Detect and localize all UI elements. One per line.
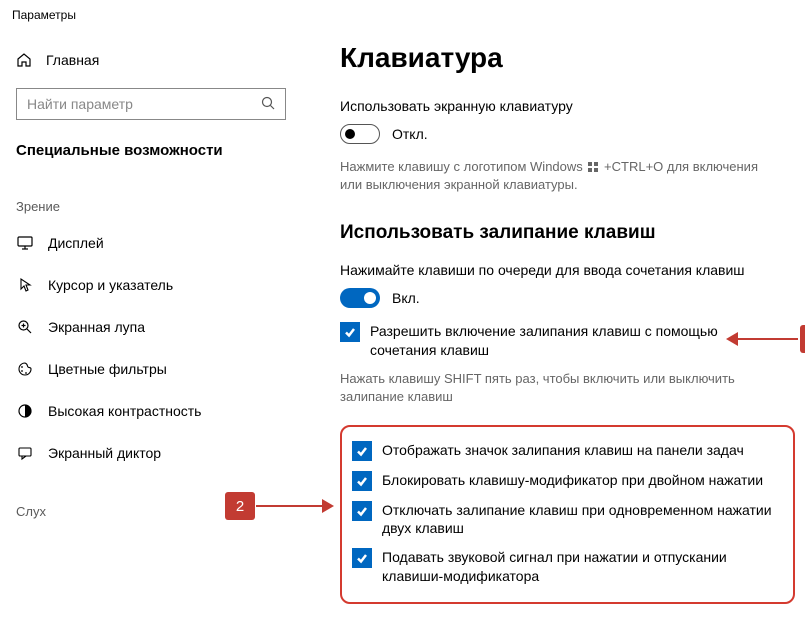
nav-label: Курсор и указатель — [48, 277, 173, 293]
nav-home-label: Главная — [46, 52, 99, 68]
nav-color-filters[interactable]: Цветные фильтры — [0, 348, 305, 390]
osk-hint-1: Нажмите клавишу с логотипом Windows — [340, 159, 583, 174]
search-icon — [261, 96, 275, 113]
magnifier-icon — [16, 319, 34, 335]
osk-toggle[interactable] — [340, 124, 380, 144]
sticky-title: Использовать залипание клавиш — [340, 222, 805, 244]
nav-cursor[interactable]: Курсор и указатель — [0, 264, 305, 306]
window-titlebar: Параметры — [0, 0, 805, 32]
sticky-toggle-row: Вкл. — [340, 288, 805, 308]
sidebar-section-title: Специальные возможности — [0, 138, 305, 169]
checkbox-opt-0[interactable] — [352, 441, 372, 461]
cursor-icon — [16, 277, 34, 293]
annotation-marker-1: 1 — [800, 325, 805, 353]
opt-row-2: Отключать залипание клавиш при одновреме… — [352, 501, 783, 539]
opt-label-3: Подавать звуковой сигнал при нажатии и о… — [382, 548, 783, 586]
opt-label-1: Блокировать клавишу-модификатор при двой… — [382, 471, 763, 491]
annotation-marker-2: 2 — [225, 492, 255, 520]
checkbox-opt-3[interactable] — [352, 548, 372, 568]
opt-row-3: Подавать звуковой сигнал при нажатии и о… — [352, 548, 783, 586]
nav-high-contrast[interactable]: Высокая контрастность — [0, 390, 305, 432]
search-input[interactable] — [16, 88, 286, 120]
osk-label: Использовать экранную клавиатуру — [340, 98, 805, 114]
nav-label: Экранная лупа — [48, 319, 145, 335]
opt-label-2: Отключать залипание клавиш при одновреме… — [382, 501, 783, 539]
shortcut-hint: Нажать клавишу SHIFT пять раз, чтобы вкл… — [340, 370, 770, 406]
narrator-icon — [16, 445, 34, 461]
sticky-desc: Нажимайте клавиши по очереди для ввода с… — [340, 262, 805, 278]
annotation-arrow-1 — [726, 335, 798, 343]
check-shortcut-label: Разрешить включение залипания клавиш с п… — [370, 322, 775, 360]
callout-box: Отображать значок залипания клавиш на па… — [340, 425, 795, 605]
nav-magnifier[interactable]: Экранная лупа — [0, 306, 305, 348]
group-vision: Зрение — [0, 169, 305, 222]
opt-label-0: Отображать значок залипания клавиш на па… — [382, 441, 744, 461]
display-icon — [16, 236, 34, 250]
search-field[interactable] — [27, 96, 257, 112]
nav-display[interactable]: Дисплей — [0, 222, 305, 264]
search-container — [16, 88, 289, 120]
nav-label: Дисплей — [48, 235, 104, 251]
annotation-arrow-2 — [256, 502, 334, 510]
nav-label: Экранный диктор — [48, 445, 161, 461]
osk-state: Откл. — [392, 126, 428, 142]
page-title: Клавиатура — [340, 42, 805, 74]
app-body: Главная Специальные возможности Зрение Д… — [0, 32, 805, 629]
window-title: Параметры — [12, 8, 76, 22]
opt-row-1: Блокировать клавишу-модификатор при двой… — [352, 471, 783, 491]
osk-hint: Нажмите клавишу с логотипом Windows +CTR… — [340, 158, 780, 194]
opt-row-0: Отображать значок залипания клавиш на па… — [352, 441, 783, 461]
nav-narrator[interactable]: Экранный диктор — [0, 432, 305, 474]
checkbox-opt-2[interactable] — [352, 501, 372, 521]
contrast-icon — [16, 403, 34, 419]
nav-label: Высокая контрастность — [48, 403, 201, 419]
home-icon — [16, 52, 32, 68]
checkbox-shortcut[interactable] — [340, 322, 360, 342]
sticky-toggle[interactable] — [340, 288, 380, 308]
sticky-state: Вкл. — [392, 290, 420, 306]
osk-toggle-row: Откл. — [340, 124, 805, 144]
palette-icon — [16, 361, 34, 377]
windows-logo-icon — [588, 162, 598, 172]
nav-home[interactable]: Главная — [0, 42, 305, 78]
nav-label: Цветные фильтры — [48, 361, 167, 377]
check-shortcut-row: Разрешить включение залипания клавиш с п… — [340, 322, 775, 360]
checkbox-opt-1[interactable] — [352, 471, 372, 491]
main-content: Клавиатура Использовать экранную клавиат… — [305, 32, 805, 629]
group-hearing: Слух — [0, 474, 305, 527]
sidebar: Главная Специальные возможности Зрение Д… — [0, 32, 305, 629]
